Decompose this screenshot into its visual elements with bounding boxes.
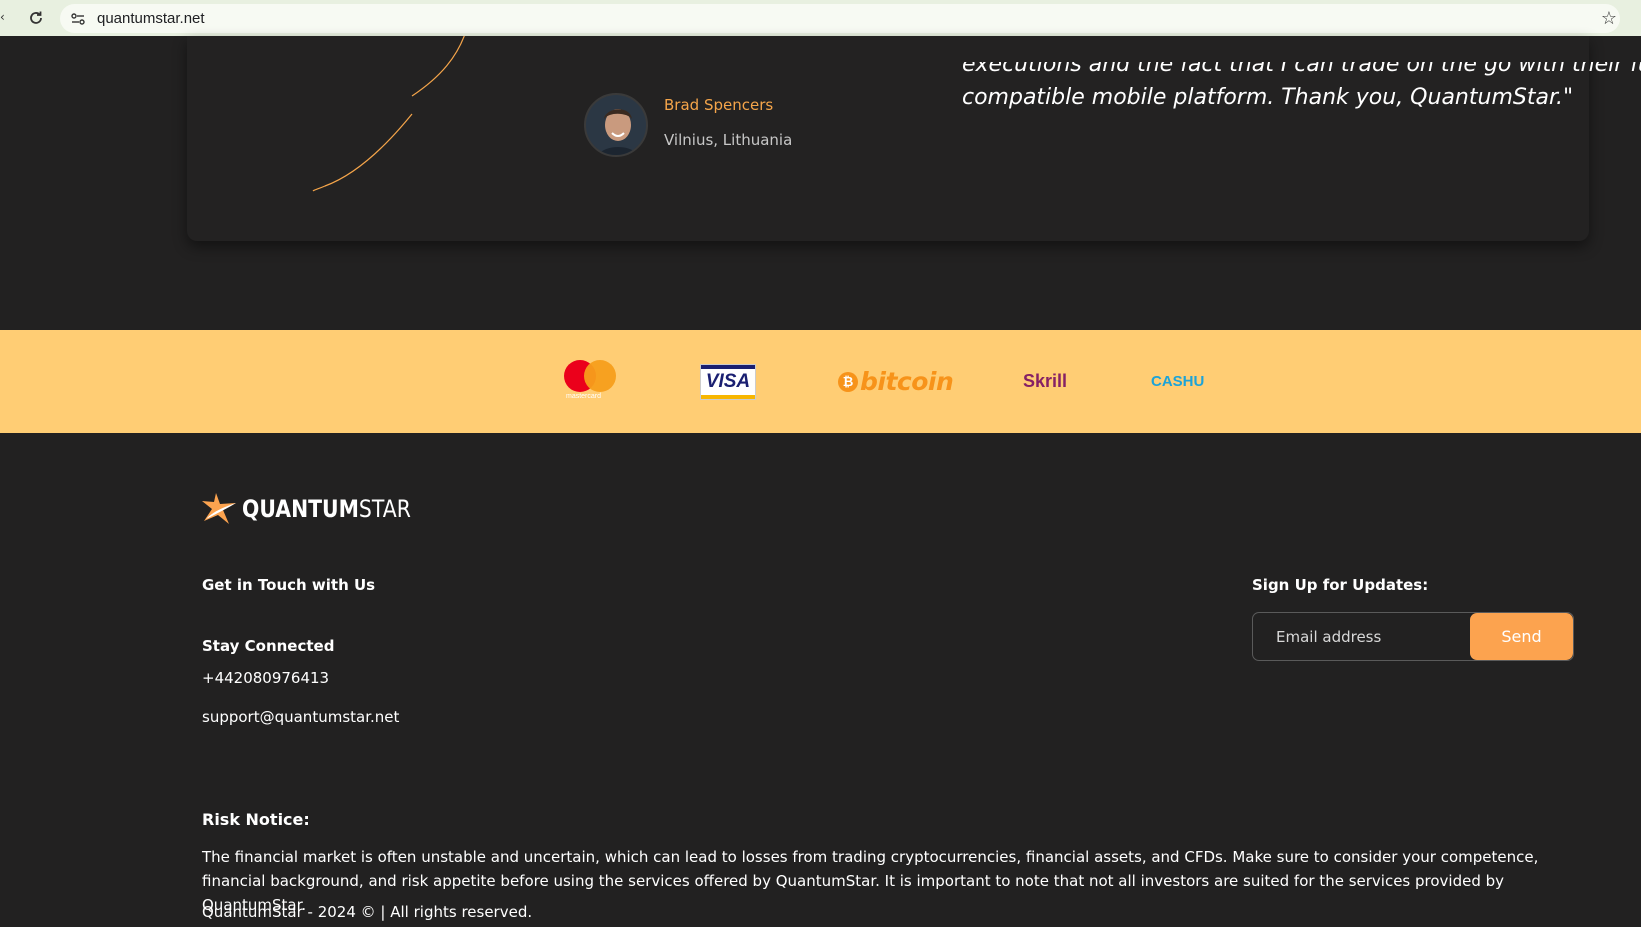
site-info-icon[interactable] [68,9,88,29]
address-bar[interactable]: quantumstar.net [60,4,1620,33]
back-arrow-icon[interactable]: ‹ [0,10,5,24]
risk-notice-heading: Risk Notice: [202,810,310,829]
url-text[interactable]: quantumstar.net [97,10,205,27]
footer-logo[interactable]: QUANTUMSTAR [202,493,441,525]
signup-form: Send [1252,612,1574,661]
copyright-text: QuantumStar - 2024 © | All rights reserv… [202,903,533,921]
brand-name: QUANTUMSTAR [242,495,411,523]
visa-label: VISA [705,370,751,392]
author-name: Brad Spencers [664,96,774,114]
signup-heading: Sign Up for Updates: [1252,576,1429,594]
star-logo-icon [202,493,236,524]
payment-methods-band: mastercard VISA ₿ bitcoin Skrill CASHU [0,330,1641,433]
get-in-touch-heading: Get in Touch with Us [202,576,376,594]
skrill-label: Skrill [1023,371,1068,391]
phone-link[interactable]: +442080976413 [202,669,329,687]
skrill-logo: Skrill [1023,330,1067,433]
cashu-label: CASHU [1151,373,1205,390]
browser-toolbar: ‹ quantumstar.net ☆ [0,0,1641,36]
bitcoin-label: bitcoin [860,367,954,396]
brand-name-bold: QUANTUM [242,495,359,523]
testimonial-card: Brad Spencers Vilnius, Lithuania executi… [187,36,1641,241]
email-field[interactable] [1253,613,1470,660]
bitcoin-coin-icon: ₿ [838,371,858,392]
send-button[interactable]: Send [1470,613,1573,660]
mastercard-logo: mastercard [564,330,618,433]
bookmark-star-icon[interactable]: ☆ [1597,6,1621,30]
bitcoin-logo: ₿ bitcoin [838,330,954,433]
cashu-logo: CASHU [1151,330,1204,433]
brand-name-light: STAR [358,495,411,523]
stay-connected-heading: Stay Connected [202,637,335,655]
testimonial-quote: executions and the fact that I can trade… [962,62,1641,122]
quote-line-2: compatible mobile platform. Thank you, Q… [962,85,1574,110]
quote-line-1: executions and the fact that I can trade… [962,62,1641,77]
reload-icon[interactable] [25,7,47,29]
mastercard-label: mastercard [566,392,602,400]
email-link[interactable]: support@quantumstar.net [202,708,399,726]
orbit-decoration [312,36,465,192]
avatar [584,93,648,157]
visa-logo: VISA [700,330,756,433]
author-location: Vilnius, Lithuania [664,131,793,149]
